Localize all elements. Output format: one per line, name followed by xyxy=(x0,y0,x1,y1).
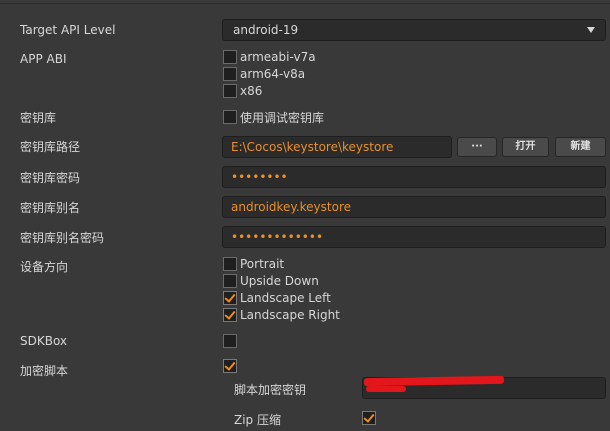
target-api-select[interactable]: android-19 xyxy=(222,19,606,41)
top-divider xyxy=(0,3,610,4)
keystore-alias-label: 密钥库别名 xyxy=(20,201,81,215)
portrait-label: Portrait xyxy=(240,257,285,271)
abi-arm64-v8a-checkbox[interactable] xyxy=(223,67,237,81)
dropdown-arrow-icon xyxy=(587,27,595,33)
portrait-checkbox[interactable] xyxy=(223,257,237,271)
sdkbox-checkbox[interactable] xyxy=(223,334,237,348)
landscape-right-checkbox[interactable] xyxy=(223,308,237,322)
upside-down-checkbox[interactable] xyxy=(223,274,237,288)
target-api-label: Target API Level xyxy=(20,23,116,37)
alias-password-input[interactable]: ••••••••••••• xyxy=(222,226,606,248)
sdkbox-label: SDKBox xyxy=(20,334,68,348)
landscape-right-label: Landscape Right xyxy=(240,308,340,322)
landscape-left-checkbox[interactable] xyxy=(223,291,237,305)
debug-keystore-label: 使用调试密钥库 xyxy=(240,111,325,125)
abi-armeabi-v7a-label: armeabi-v7a xyxy=(240,50,316,64)
app-abi-label: APP ABI xyxy=(20,52,67,66)
keystore-path-input[interactable]: E:\Cocos\keystore\keystore xyxy=(222,136,452,158)
encrypt-script-checkbox[interactable] xyxy=(223,359,237,373)
keystore-password-input[interactable]: •••••••• xyxy=(222,166,606,188)
script-key-label: 脚本加密密钥 xyxy=(234,383,307,397)
keystore-path-label: 密钥库路径 xyxy=(20,140,81,154)
abi-arm64-v8a-label: arm64-v8a xyxy=(240,67,306,81)
target-api-value: android-19 xyxy=(233,23,299,37)
keystore-alias-input[interactable]: androidkey.keystore xyxy=(222,196,606,218)
upside-down-label: Upside Down xyxy=(240,274,319,288)
orientation-label: 设备方向 xyxy=(20,260,69,274)
landscape-left-label: Landscape Left xyxy=(240,291,331,305)
alias-password-label: 密钥库别名密码 xyxy=(20,231,105,245)
build-settings-panel: Target API Level android-19 APP ABI arme… xyxy=(0,0,610,431)
new-keystore-button[interactable]: 新建 xyxy=(555,137,606,157)
open-button[interactable]: 打开 xyxy=(502,137,549,157)
zip-checkbox[interactable] xyxy=(362,411,376,425)
abi-x86-label: x86 xyxy=(240,84,263,98)
abi-x86-checkbox[interactable] xyxy=(223,84,237,98)
keystore-password-label: 密钥库密码 xyxy=(20,171,81,185)
redaction-mark-lower xyxy=(366,386,406,392)
debug-keystore-checkbox[interactable] xyxy=(223,110,237,124)
browse-button[interactable]: ··· xyxy=(457,137,497,157)
keystore-label: 密钥库 xyxy=(20,111,57,125)
encrypt-script-label: 加密脚本 xyxy=(20,364,69,378)
abi-armeabi-v7a-checkbox[interactable] xyxy=(223,50,237,64)
zip-label: Zip 压缩 xyxy=(234,413,281,427)
